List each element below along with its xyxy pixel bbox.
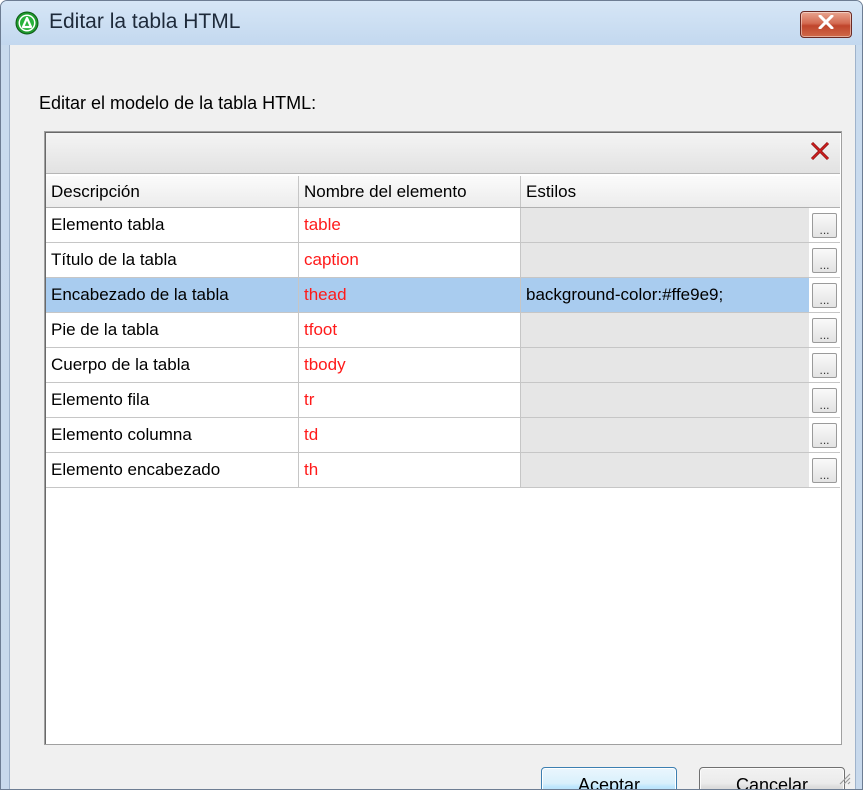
row-element-name[interactable]: tr xyxy=(299,383,521,417)
column-header-element-name[interactable]: Nombre del elemento xyxy=(299,176,521,207)
table-grid: Descripción Nombre del elemento Estilos … xyxy=(46,176,840,488)
dialog-prompt: Editar el modelo de la tabla HTML: xyxy=(39,93,317,113)
row-styles-button-cell: ... xyxy=(809,383,840,417)
row-element-name[interactable]: th xyxy=(299,453,521,487)
table-row[interactable]: Elemento encabezado th... xyxy=(46,453,840,488)
column-header-spacer xyxy=(809,176,840,207)
column-header-description[interactable]: Descripción xyxy=(46,176,299,207)
row-description[interactable]: Elemento encabezado xyxy=(46,453,299,487)
row-description[interactable]: Encabezado de la tabla xyxy=(46,278,299,312)
row-styles-button-cell: ... xyxy=(809,278,840,312)
row-element-name[interactable]: table xyxy=(299,208,521,242)
row-element-name[interactable]: caption xyxy=(299,243,521,277)
close-x-icon xyxy=(818,14,834,34)
resize-grip-icon[interactable] xyxy=(835,769,851,785)
row-styles-button-cell: ... xyxy=(809,418,840,452)
row-styles-button-cell: ... xyxy=(809,208,840,242)
row-description[interactable]: Cuerpo de la tabla xyxy=(46,348,299,382)
edit-styles-button[interactable]: ... xyxy=(812,423,837,448)
table-header-row: Descripción Nombre del elemento Estilos xyxy=(46,176,840,208)
row-element-name[interactable]: tbody xyxy=(299,348,521,382)
edit-styles-button[interactable]: ... xyxy=(812,318,837,343)
table-row[interactable]: Elemento columna td... xyxy=(46,418,840,453)
delete-x-icon xyxy=(809,140,831,167)
window-title: Editar la tabla HTML xyxy=(49,10,241,33)
row-description[interactable]: Pie de la tabla xyxy=(46,313,299,347)
row-element-name[interactable]: thead xyxy=(299,278,521,312)
table-row[interactable]: Pie de la tabla tfoot... xyxy=(46,313,840,348)
delete-button[interactable] xyxy=(806,139,834,167)
edit-styles-button[interactable]: ... xyxy=(812,388,837,413)
edit-styles-button[interactable]: ... xyxy=(812,248,837,273)
accept-button[interactable]: Aceptar xyxy=(541,767,677,789)
row-description[interactable]: Elemento fila xyxy=(46,383,299,417)
row-styles[interactable]: background-color:#ffe9e9; xyxy=(521,278,809,312)
edit-styles-button[interactable]: ... xyxy=(812,353,837,378)
row-styles[interactable] xyxy=(521,208,809,242)
row-styles[interactable] xyxy=(521,348,809,382)
row-styles-button-cell: ... xyxy=(809,348,840,382)
table-row[interactable]: Encabezado de la tabla thead background-co… xyxy=(46,278,840,313)
table-row[interactable]: Cuerpo de la tabla tbody... xyxy=(46,348,840,383)
table-row[interactable]: Elemento tabla table... xyxy=(46,208,840,243)
row-description[interactable]: Elemento columna xyxy=(46,418,299,452)
row-styles[interactable] xyxy=(521,243,809,277)
edit-styles-button[interactable]: ... xyxy=(812,213,837,238)
row-styles-button-cell: ... xyxy=(809,453,840,487)
row-styles[interactable] xyxy=(521,418,809,452)
table-row[interactable]: Elemento fila tr... xyxy=(46,383,840,418)
table-row[interactable]: Título de la tabla caption... xyxy=(46,243,840,278)
altova-app-icon xyxy=(15,11,39,35)
column-header-styles[interactable]: Estilos xyxy=(521,176,809,207)
row-styles-button-cell: ... xyxy=(809,243,840,277)
title-bar[interactable]: Editar la tabla HTML xyxy=(1,1,862,45)
row-styles[interactable] xyxy=(521,453,809,487)
row-element-name[interactable]: td xyxy=(299,418,521,452)
row-element-name[interactable]: tfoot xyxy=(299,313,521,347)
dialog-client-area: Editar el modelo de la tabla HTML: Descr… xyxy=(9,45,856,789)
row-styles-button-cell: ... xyxy=(809,313,840,347)
edit-styles-button[interactable]: ... xyxy=(812,283,837,308)
edit-styles-button[interactable]: ... xyxy=(812,458,837,483)
table-toolbar xyxy=(46,133,840,174)
cancel-button[interactable]: Cancelar xyxy=(699,767,845,789)
table-model-panel: Descripción Nombre del elemento Estilos … xyxy=(44,131,842,745)
close-button[interactable] xyxy=(800,11,852,38)
row-description[interactable]: Título de la tabla xyxy=(46,243,299,277)
row-styles[interactable] xyxy=(521,313,809,347)
row-description[interactable]: Elemento tabla xyxy=(46,208,299,242)
row-styles[interactable] xyxy=(521,383,809,417)
dialog-window: Editar la tabla HTML Editar el modelo de… xyxy=(0,0,863,790)
